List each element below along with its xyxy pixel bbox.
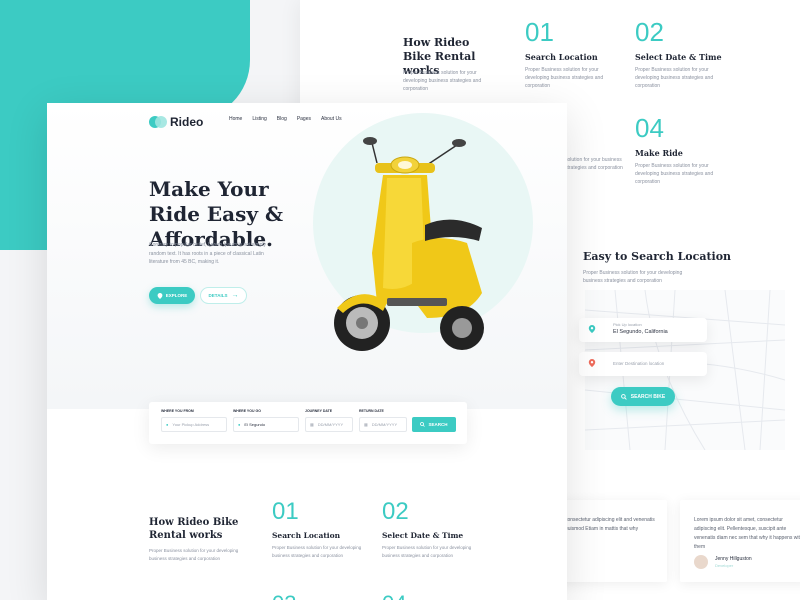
pickup-label: Pick Up location xyxy=(613,322,642,327)
destination-location-field[interactable]: Enter Destination location xyxy=(579,352,707,376)
hero-description: Contrary to popular belief, Lorem Ipsum … xyxy=(149,242,266,265)
step-description: solution for your business strategies an… xyxy=(565,157,623,171)
step-number: 02 xyxy=(635,17,664,47)
step-title: Select Date & Time xyxy=(382,531,464,540)
search-location-description: Proper Business solution for your develo… xyxy=(583,270,683,284)
search-button-label: SEARCH xyxy=(428,422,448,427)
nav-item-listing[interactable]: Listing xyxy=(252,116,266,122)
scooter-image xyxy=(334,137,484,351)
testimonial-text: Lorem ipsum dolor sit amet, consectetur … xyxy=(694,517,800,550)
author-role: Developer xyxy=(715,563,734,568)
landing-page: Rideo Home Listing Blog Pages About Us M… xyxy=(47,103,567,600)
from-label: WHERE YOU FROM xyxy=(161,409,194,413)
return-date-input[interactable]: ▦ DD/MM/YYYY xyxy=(359,417,407,432)
journey-date-placeholder: DD/MM/YYYY xyxy=(317,422,344,427)
search-icon xyxy=(620,393,627,400)
step-description: Proper Business solution for your develo… xyxy=(635,163,714,185)
search-bike-label: SEARCH BIKE xyxy=(630,393,666,400)
step-title: Make Ride xyxy=(635,148,683,158)
map-pin-icon xyxy=(588,325,596,333)
map-pin-icon: ● xyxy=(166,422,169,427)
destination-value: El Segundo xyxy=(244,422,266,427)
pickup-location-field[interactable]: Pick Up location El Segundo, California xyxy=(579,318,707,342)
step-title: Search Location xyxy=(525,52,598,62)
destination-placeholder: Enter Destination location xyxy=(613,361,665,366)
how-it-works-description: Proper Business solution for your develo… xyxy=(149,548,239,561)
calendar-icon: ▦ xyxy=(364,422,368,427)
step-card: 01 Search Location Proper Business solut… xyxy=(267,496,382,560)
map-pin-icon: ● xyxy=(238,422,241,427)
nav-item-home[interactable]: Home xyxy=(229,116,242,122)
author-name: Jenny Hillguston xyxy=(715,556,752,562)
explore-button[interactable]: EXPLORE xyxy=(149,287,195,304)
step-description: Proper Business solution for your develo… xyxy=(635,67,714,89)
avatar xyxy=(694,555,708,569)
how-it-works-description: Proper Business solution for your develo… xyxy=(403,70,482,92)
journey-date-label: JOURNEY DATE xyxy=(305,409,333,413)
logo[interactable]: Rideo xyxy=(149,115,203,129)
step-number: 01 xyxy=(525,17,554,47)
step-number: 04 xyxy=(382,591,406,600)
details-button[interactable]: DETAILS → xyxy=(200,287,247,304)
nav-item-pages[interactable]: Pages xyxy=(297,116,311,122)
destination-input[interactable]: ● El Segundo xyxy=(233,417,299,432)
step-title: Select Date & Time xyxy=(635,52,722,62)
logo-icon xyxy=(149,116,167,128)
location-icon xyxy=(157,292,163,299)
pickup-address-placeholder: Your Pickup Address xyxy=(172,422,210,427)
map-pin-icon xyxy=(588,359,596,367)
step-number: 01 xyxy=(272,498,299,525)
search-button[interactable]: SEARCH xyxy=(412,417,456,432)
main-nav: Home Listing Blog Pages About Us xyxy=(229,116,342,122)
calendar-icon: ▦ xyxy=(310,422,314,427)
step-description: Proper Business solution for your develo… xyxy=(272,545,362,558)
step-number: 02 xyxy=(382,498,409,525)
step-description: Proper Business solution for your develo… xyxy=(382,545,472,558)
pickup-value: El Segundo, California xyxy=(613,329,668,335)
search-location-title: Easy to Search Location xyxy=(583,250,732,263)
search-bike-button[interactable]: SEARCH BIKE xyxy=(611,387,675,406)
explore-label: EXPLORE xyxy=(165,293,188,298)
step-card: 01 Search Location Proper Business solut… xyxy=(519,14,635,90)
step-number: 04 xyxy=(635,113,664,143)
arrow-right-icon: → xyxy=(231,292,239,299)
pickup-address-input[interactable]: ● Your Pickup Address xyxy=(161,417,227,432)
step-card: 02 Select Date & Time Proper Business so… xyxy=(377,496,492,560)
step-card: 04 Make Ride Proper Business solution fo… xyxy=(629,110,745,186)
go-label: WHERE YOU GO xyxy=(233,409,261,413)
nav-item-blog[interactable]: Blog xyxy=(277,116,287,122)
return-date-label: RETURN DATE xyxy=(359,409,384,413)
nav-item-about-us[interactable]: About Us xyxy=(321,116,342,122)
booking-search-bar: WHERE YOU FROM ● Your Pickup Address WHE… xyxy=(149,402,467,444)
step-title: Search Location xyxy=(272,531,341,540)
step-card: 02 Select Date & Time Proper Business so… xyxy=(629,14,745,90)
step-description: Proper Business solution for your develo… xyxy=(525,67,604,89)
testimonial-text: consectetur adipiscing elit and venenati… xyxy=(565,517,655,532)
logo-text: Rideo xyxy=(170,115,204,129)
step-number: 03 xyxy=(272,591,296,600)
testimonial-card: Lorem ipsum dolor sit amet, consectetur … xyxy=(680,500,800,582)
return-date-placeholder: DD/MM/YYYY xyxy=(371,422,398,427)
journey-date-input[interactable]: ▦ DD/MM/YYYY xyxy=(305,417,353,432)
how-it-works-title: How Rideo Bike Rental works xyxy=(149,517,239,541)
details-label: DETAILS xyxy=(208,293,228,298)
search-icon xyxy=(420,422,426,427)
